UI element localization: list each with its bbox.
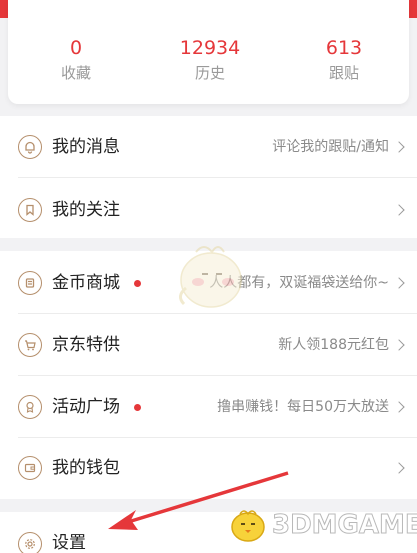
chevron-right-icon <box>393 462 405 474</box>
menu-item-coin-mall-title: 金币商城 <box>52 273 120 293</box>
stat-favorites[interactable]: 0 收藏 <box>16 36 136 84</box>
menu-item-events-title: 活动广场 <box>52 397 120 417</box>
menu-item-events-sub: 撸串赚钱！每日50万大放送 <box>217 399 389 415</box>
chick-logo-icon <box>231 510 265 542</box>
stat-replies-value: 613 <box>325 37 363 59</box>
stat-replies-label: 跟贴 <box>328 64 359 82</box>
bell-icon <box>18 135 42 159</box>
chevron-right-icon <box>393 401 405 413</box>
stat-favorites-value: 0 <box>69 37 83 59</box>
menu-item-jd-sub: 新人领188元红包 <box>278 337 389 353</box>
coin-icon <box>18 271 42 295</box>
stat-replies[interactable]: 613 跟贴 <box>284 36 404 84</box>
stats-card: 0 收藏 12934 历史 613 跟贴 <box>8 0 409 104</box>
menu-item-follows-title: 我的关注 <box>52 200 120 220</box>
menu-item-follows[interactable]: 我的关注 <box>0 178 417 241</box>
watermark: 3DMGAME <box>222 496 417 553</box>
chevron-right-icon <box>393 339 405 351</box>
menu-group-1: 我的消息 评论我的跟贴/通知 我的关注 <box>0 116 417 238</box>
notification-dot <box>134 404 141 411</box>
cart-icon <box>18 333 42 357</box>
chevron-right-icon <box>393 277 405 289</box>
menu-item-messages-sub: 评论我的跟贴/通知 <box>272 139 389 155</box>
menu-item-events[interactable]: 活动广场 撸串赚钱！每日50万大放送 <box>0 376 417 439</box>
menu-item-jd[interactable]: 京东特供 新人领188元红包 <box>0 314 417 377</box>
gear-icon <box>18 532 42 553</box>
chevron-right-icon <box>393 141 405 153</box>
notification-dot <box>134 280 141 287</box>
menu-item-wallet[interactable]: 我的钱包 <box>0 438 417 501</box>
mascot-watermark-icon <box>179 246 242 308</box>
watermark-text: 3DMGAME <box>272 510 417 541</box>
stat-favorites-label: 收藏 <box>60 64 91 82</box>
medal-icon <box>18 395 42 419</box>
menu-item-settings-title: 设置 <box>52 533 86 553</box>
menu-item-wallet-title: 我的钱包 <box>52 458 120 478</box>
stat-history[interactable]: 12934 历史 <box>150 36 270 84</box>
menu-item-messages[interactable]: 我的消息 评论我的跟贴/通知 <box>0 116 417 179</box>
stat-history-label: 历史 <box>194 64 225 82</box>
chevron-right-icon <box>393 204 405 216</box>
stat-history-value: 12934 <box>179 37 241 59</box>
wallet-icon <box>18 456 42 480</box>
menu-item-jd-title: 京东特供 <box>52 335 120 355</box>
bookmark-icon <box>18 198 42 222</box>
menu-item-messages-title: 我的消息 <box>52 137 120 157</box>
